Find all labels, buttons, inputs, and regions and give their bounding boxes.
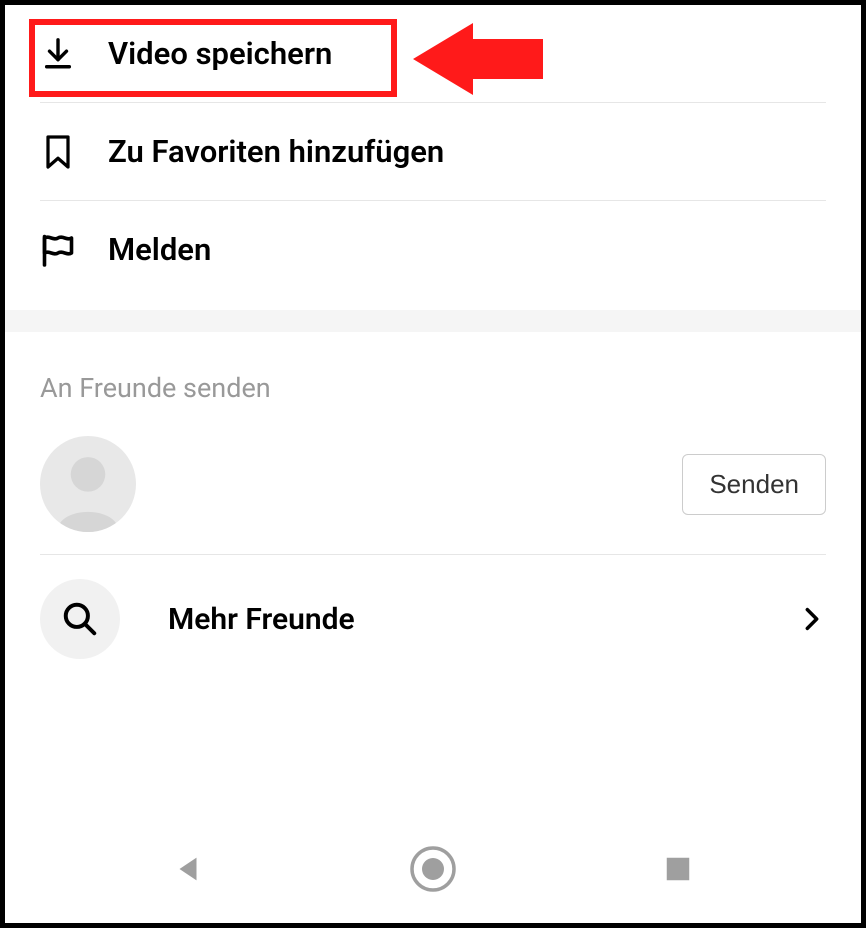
back-button[interactable] [160,841,216,897]
report-label: Melden [108,231,211,268]
save-video-item[interactable]: Video speichern [5,5,861,102]
send-button[interactable]: Senden [682,454,826,515]
recent-apps-button[interactable] [650,841,706,897]
section-separator [5,310,861,332]
bookmark-icon [40,134,76,170]
flag-icon [40,232,76,268]
avatar [40,436,136,532]
download-icon [40,36,76,72]
chevron-right-icon [798,605,826,633]
report-item[interactable]: Melden [5,201,861,298]
more-friends-item[interactable]: Mehr Freunde [5,555,861,683]
home-button[interactable] [405,841,461,897]
save-video-label: Video speichern [108,35,332,72]
add-favorites-label: Zu Favoriten hinzufügen [108,133,444,170]
friend-row[interactable]: Senden [5,432,861,554]
navigation-bar [5,815,861,923]
add-favorites-item[interactable]: Zu Favoriten hinzufügen [5,103,861,200]
search-circle [40,579,120,659]
more-friends-label: Mehr Freunde [168,602,750,637]
send-friends-title: An Freunde senden [5,332,861,432]
